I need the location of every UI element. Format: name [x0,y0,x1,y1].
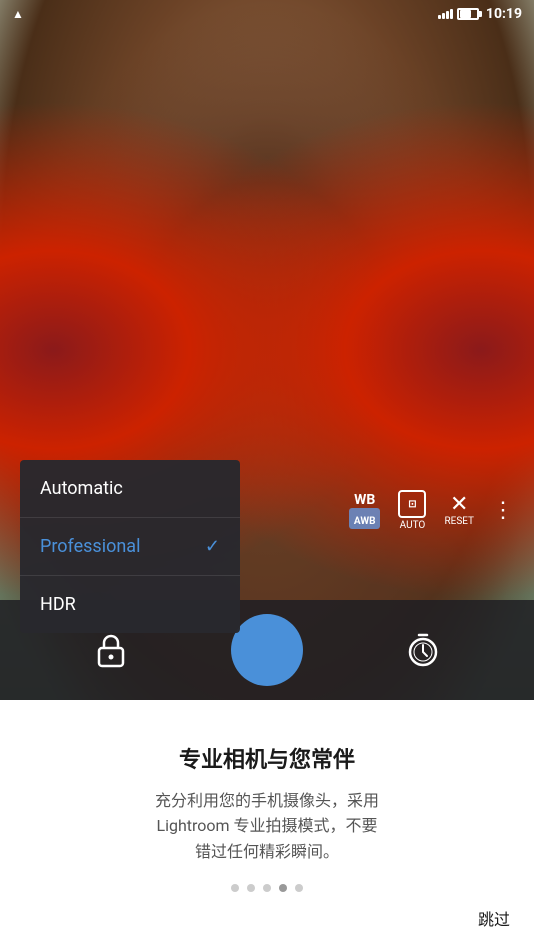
reset-x-icon: ✕ [450,494,468,516]
reset-control[interactable]: ✕ RESET [444,494,474,527]
page-dots [231,884,303,892]
shutter-button[interactable] [231,614,303,686]
status-left: ▲ [12,7,24,21]
hdr-label: HDR [40,594,76,615]
network-icon: ▲ [12,7,24,21]
dot-3 [263,884,271,892]
reset-label: RESET [444,516,474,527]
lock-button[interactable] [88,627,134,673]
more-icon: ⋮ [492,498,514,523]
wb-badge: AWB [349,508,381,529]
status-right: 10:19 [438,6,522,22]
info-description: 充分利用您的手机摄像头，采用Lightroom 专业拍摄模式，不要错过任何精彩瞬… [155,788,379,865]
timer-button[interactable] [400,627,446,673]
auto-icon-inner: ⊡ [408,499,416,510]
automatic-label: Automatic [40,478,123,499]
mode-dropdown: Automatic Professional ✓ HDR [20,460,240,633]
dot-1 [231,884,239,892]
professional-label: Professional [40,536,140,557]
skip-button[interactable]: 跳过 [478,906,510,930]
dot-4 [279,884,287,892]
wb-label: WB [354,492,375,508]
lock-icon [95,632,127,668]
dropdown-item-professional[interactable]: Professional ✓ [20,518,240,575]
dropdown-item-hdr[interactable]: HDR [20,576,240,633]
clock: 10:19 [486,6,522,22]
auto-icon: ⊡ [398,490,426,518]
signal-bars [438,9,453,19]
info-title: 专业相机与您常伴 [179,742,355,774]
dot-5 [295,884,303,892]
check-icon: ✓ [205,536,220,557]
info-section: 专业相机与您常伴 充分利用您的手机摄像头，采用Lightroom 专业拍摄模式，… [0,700,534,950]
wb-badge-text: AWB [354,516,376,527]
camera-viewfinder: ▲ 10:19 Automatic Professional [0,0,534,700]
auto-control[interactable]: ⊡ AUTO [398,490,426,531]
timer-icon [406,633,440,667]
top-camera-controls: WB AWB ⊡ AUTO ✕ RESET ⋮ [349,490,514,531]
status-bar: ▲ 10:19 [0,0,534,28]
wb-control[interactable]: WB AWB [349,492,381,529]
battery-icon [457,8,482,20]
auto-label: AUTO [400,520,426,531]
more-options-button[interactable]: ⋮ [492,498,514,523]
dot-2 [247,884,255,892]
dropdown-item-automatic[interactable]: Automatic [20,460,240,517]
